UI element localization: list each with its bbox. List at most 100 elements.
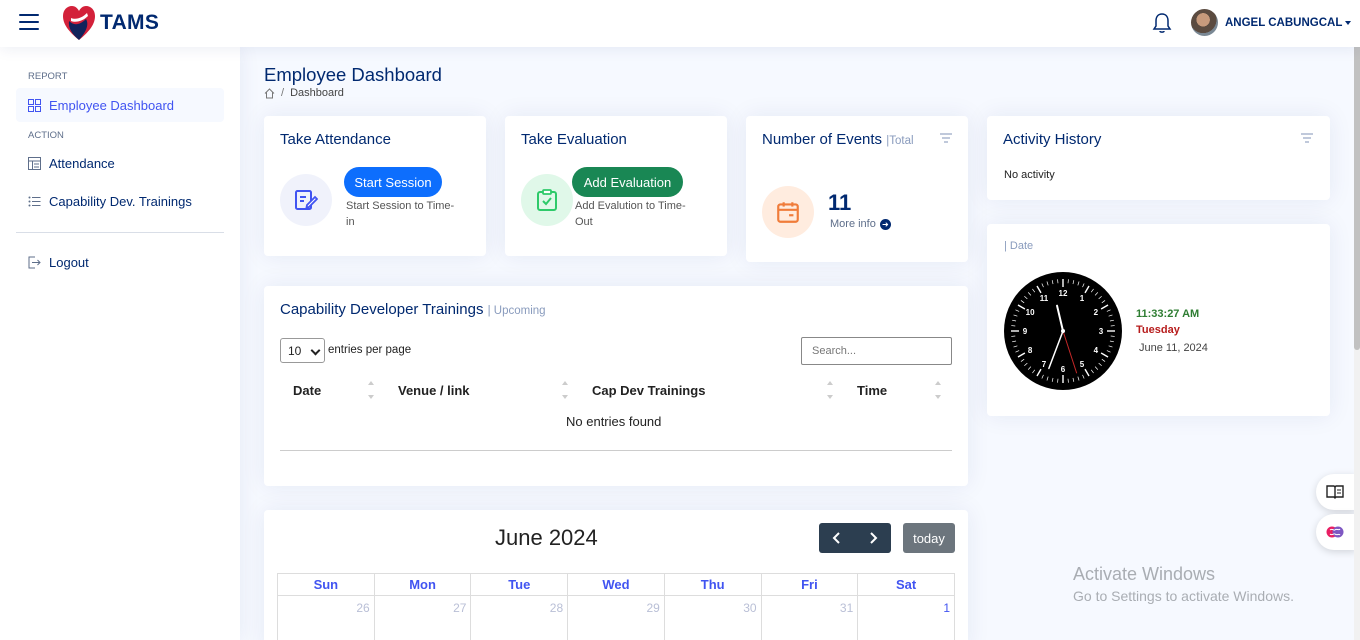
more-info-link[interactable]: More info ➜ — [830, 218, 891, 230]
analog-clock: 1 2 3 4 5 6 7 8 9 10 11 12 — [1003, 271, 1123, 391]
menu-toggle-icon[interactable] — [19, 14, 39, 30]
page-size-value: 10 — [288, 343, 302, 358]
clock-number: 4 — [1094, 346, 1099, 355]
events-subtitle: |Total — [886, 135, 914, 147]
sidebar-item-label: Capability Dev. Trainings — [49, 193, 192, 209]
calendar-title: June 2024 — [495, 525, 598, 550]
calendar-day[interactable]: 30 — [665, 596, 762, 640]
clock-number: 7 — [1042, 360, 1047, 369]
weekday-header: Thu — [664, 574, 762, 596]
clock-number: 9 — [1023, 327, 1028, 336]
attendance-description: Start Session to Time- in — [346, 198, 454, 230]
calendar-nav — [819, 523, 891, 553]
current-date: June 11, 2024 — [1139, 342, 1208, 354]
home-icon[interactable] — [264, 87, 275, 99]
avatar — [1191, 9, 1218, 36]
reader-mode-button[interactable] — [1316, 474, 1356, 510]
clock-number: 2 — [1094, 308, 1099, 317]
app-name: TAMS — [100, 11, 160, 34]
clock-number: 5 — [1080, 360, 1085, 369]
weekday-header: Sat — [858, 574, 955, 596]
today-button[interactable]: today — [903, 523, 955, 553]
calendar-grid: Sun Mon Tue Wed Thu Fri Sat 26 27 28 29 … — [277, 573, 955, 640]
search-input[interactable]: Search... — [801, 337, 952, 365]
scrollbar-thumb[interactable] — [1354, 0, 1360, 350]
sidebar-item-logout[interactable]: Logout — [16, 245, 224, 279]
column-header-trainings[interactable]: Cap Dev Trainings — [592, 383, 705, 398]
heart-logo-icon — [63, 6, 95, 40]
page-title: Employee Dashboard — [264, 64, 442, 85]
table-divider — [280, 450, 952, 451]
app-logo[interactable]: TAMS — [62, 4, 159, 42]
arrow-right-circle-icon: ➜ — [879, 218, 891, 230]
current-day: Tuesday — [1136, 324, 1180, 336]
column-header-time[interactable]: Time — [857, 383, 887, 398]
ai-assistant-button[interactable] — [1316, 514, 1356, 550]
trainings-card-title: Capability Developer Trainings | Upcomin… — [280, 301, 546, 318]
more-info-label: More info — [830, 218, 876, 230]
evaluation-description: Add Evalution to Time- Out — [575, 198, 686, 230]
clock-number: 11 — [1040, 294, 1049, 303]
top-header: TAMS ANGEL CABUNGCAL — [0, 0, 1360, 47]
calendar-day[interactable]: 28 — [471, 596, 569, 640]
evaluation-desc-line1: Add Evalution to Time- — [575, 200, 686, 212]
sort-icon[interactable] — [562, 381, 568, 399]
trainings-subtitle: | Upcoming — [487, 305, 546, 317]
sidebar-item-attendance[interactable]: Attendance — [16, 146, 224, 180]
sidebar-item-label: Employee Dashboard — [49, 97, 175, 113]
clock-number: 10 — [1026, 308, 1035, 317]
column-header-date[interactable]: Date — [293, 383, 321, 398]
chevron-down-icon — [310, 345, 321, 356]
user-name: ANGEL CABUNGCAL — [1225, 16, 1343, 29]
calendar-icon — [777, 202, 799, 223]
events-title-text: Number of Events — [762, 131, 883, 148]
add-evaluation-button[interactable]: Add Evaluation — [572, 167, 683, 197]
calendar-day[interactable]: 26 — [278, 596, 375, 640]
weekday-header: Wed — [568, 574, 665, 596]
breadcrumb: / Dashboard — [264, 87, 344, 99]
entries-label: entries per page — [328, 344, 412, 356]
bell-icon[interactable] — [1152, 12, 1172, 34]
evaluation-card-title: Take Evaluation — [521, 131, 627, 148]
sidebar-item-capability-trainings[interactable]: Capability Dev. Trainings — [16, 184, 224, 218]
grid-icon — [28, 98, 41, 112]
weekday-header: Tue — [471, 574, 569, 596]
sort-icon[interactable] — [935, 381, 941, 399]
sidebar: REPORT Employee Dashboard ACTION Attenda… — [0, 47, 240, 640]
calendar-day[interactable]: 27 — [375, 596, 472, 640]
calendar-day[interactable]: 31 — [762, 596, 859, 640]
page-size-select[interactable]: 10 — [280, 338, 325, 363]
activation-watermark-title: Activate Windows — [1073, 564, 1216, 584]
attendance-desc-line1: Start Session to Time- — [346, 200, 455, 212]
clock-number: 6 — [1061, 365, 1066, 374]
sidebar-item-employee-dashboard[interactable]: Employee Dashboard — [16, 88, 224, 122]
column-header-venue[interactable]: Venue / link — [398, 383, 470, 398]
trainings-title-text: Capability Developer Trainings — [280, 301, 484, 318]
clock-number: 8 — [1028, 346, 1033, 355]
prev-month-button[interactable] — [819, 523, 855, 553]
current-time: 11:33:27 AM — [1136, 308, 1200, 320]
sidebar-divider — [16, 232, 224, 233]
sidebar-item-label: Logout — [49, 254, 89, 270]
calendar-day[interactable]: 1 — [858, 596, 955, 640]
filter-icon[interactable] — [1301, 133, 1313, 143]
chevron-left-icon — [832, 532, 840, 544]
activation-watermark-subtitle: Go to Settings to activate Windows. — [1073, 588, 1294, 604]
profile-dropdown[interactable]: ANGEL CABUNGCAL — [1191, 9, 1352, 36]
weekday-header: Mon — [374, 574, 472, 596]
start-session-button[interactable]: Start Session — [344, 167, 442, 197]
activity-card-title: Activity History — [1003, 131, 1102, 148]
filter-icon[interactable] — [940, 133, 952, 143]
edit-icon — [295, 190, 318, 210]
activity-card — [987, 116, 1330, 200]
chevron-right-icon — [870, 532, 878, 544]
weekday-header: Sun — [278, 574, 375, 596]
sort-icon[interactable] — [368, 381, 374, 399]
next-month-button[interactable] — [855, 523, 891, 553]
sidebar-item-label: Attendance — [49, 155, 115, 171]
clipboard-icon-wrap — [521, 174, 573, 226]
breadcrumb-current: Dashboard — [290, 87, 344, 99]
sort-icon[interactable] — [827, 381, 833, 399]
date-card-subtitle: | Date — [1004, 240, 1034, 252]
calendar-day[interactable]: 29 — [568, 596, 665, 640]
